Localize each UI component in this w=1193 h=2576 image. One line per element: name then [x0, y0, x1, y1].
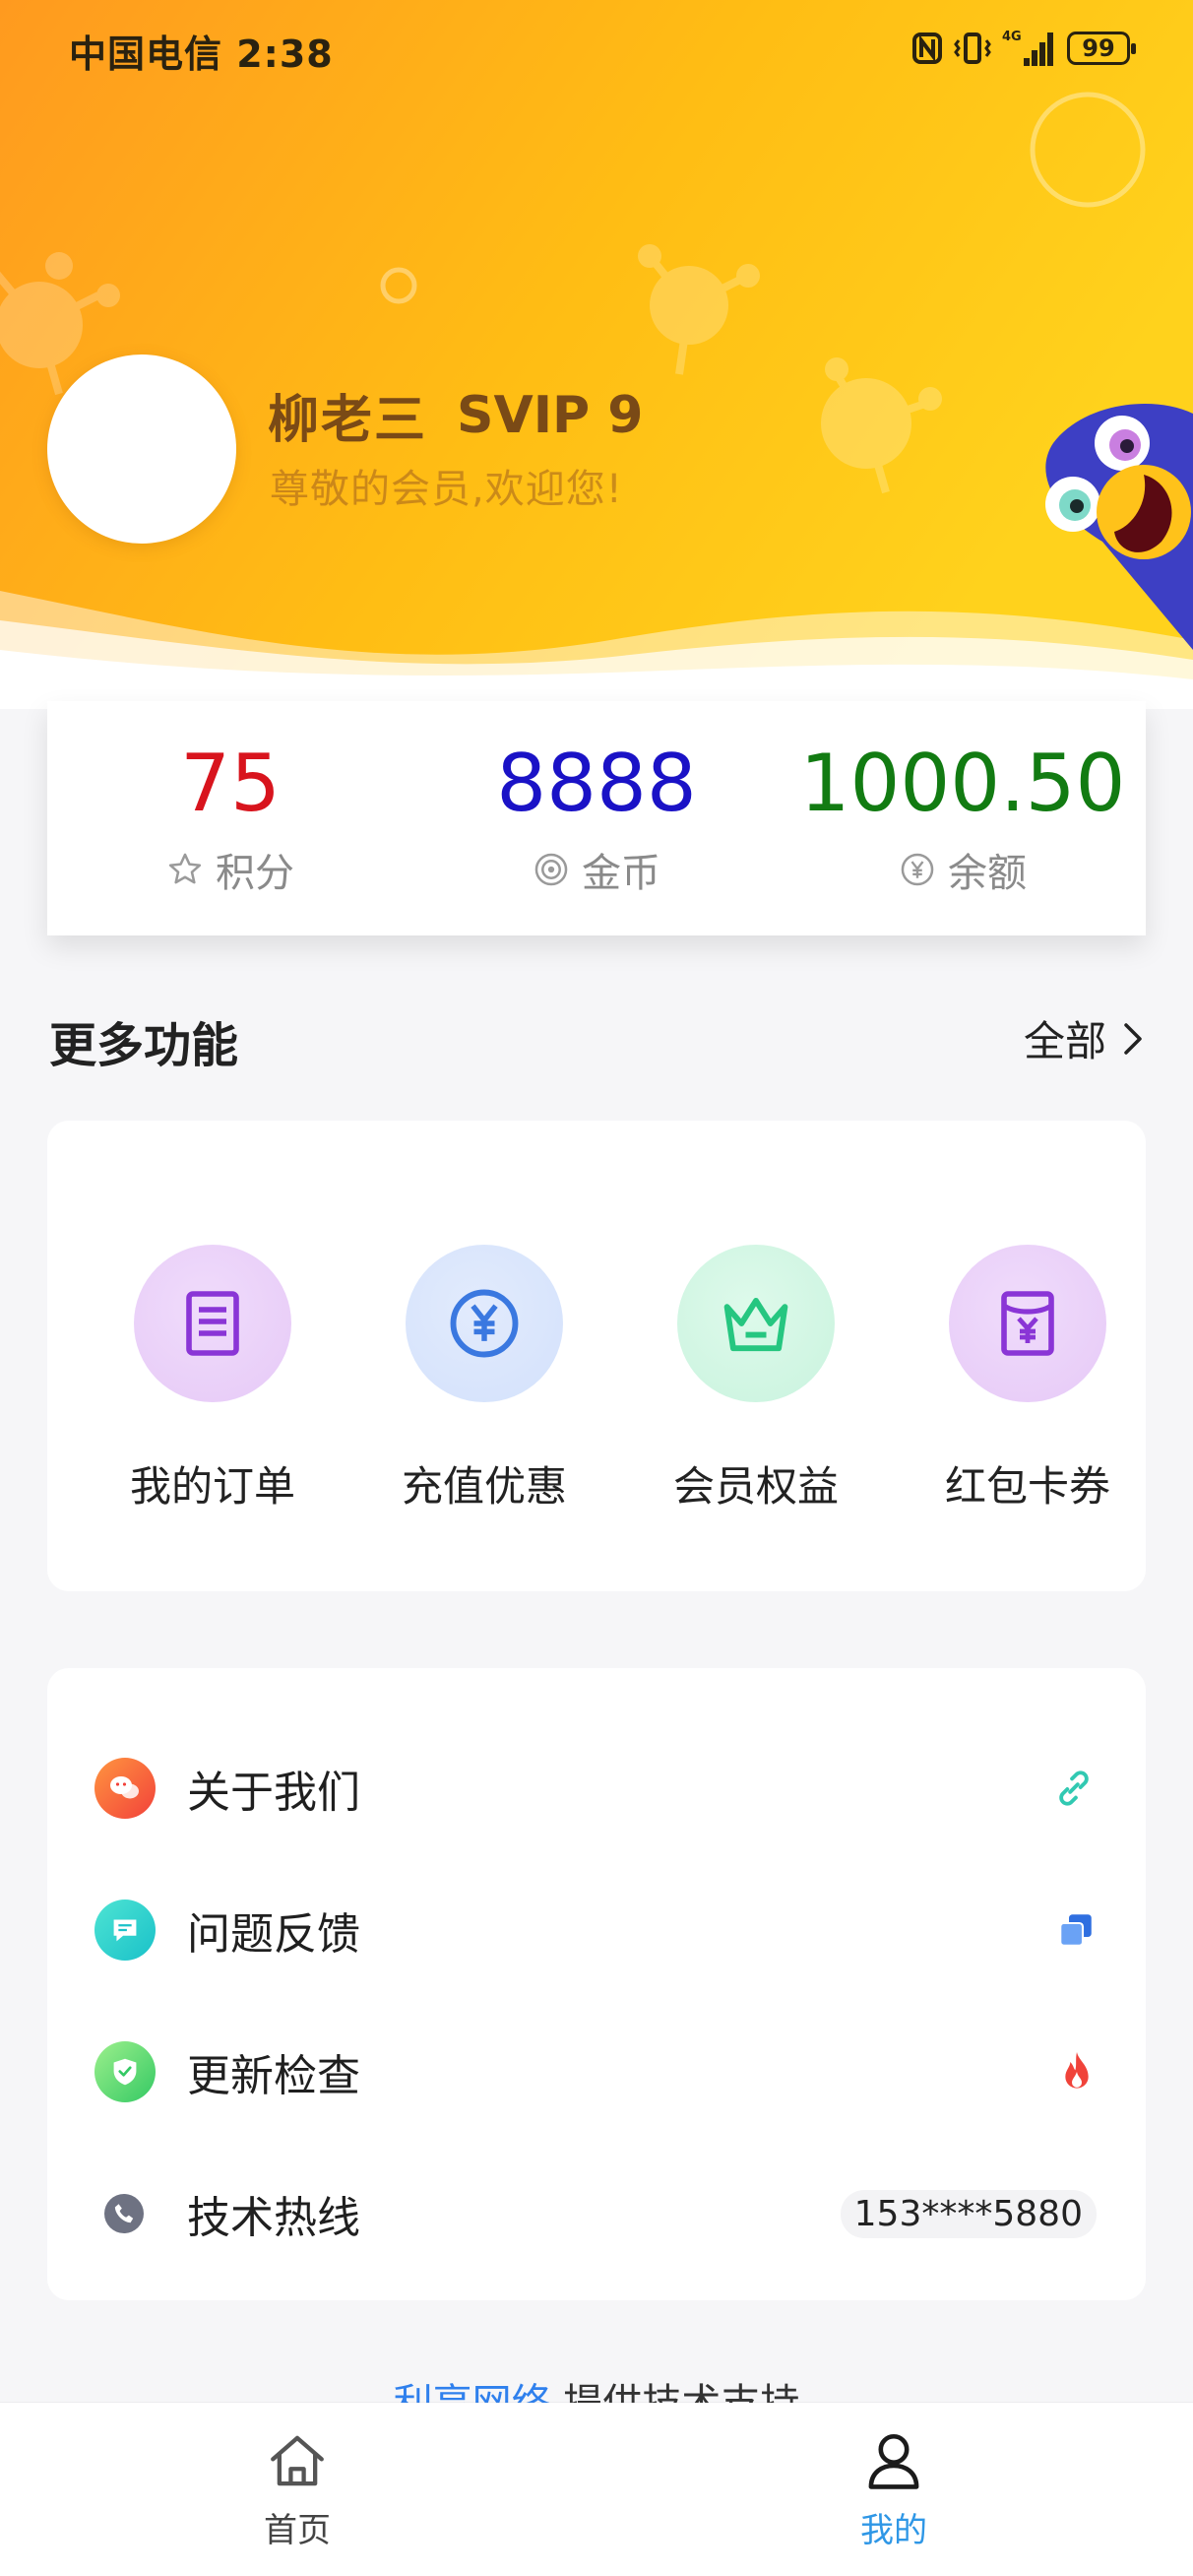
link-icon	[1059, 1771, 1089, 1806]
crown-icon	[723, 1297, 788, 1352]
menu-label: 问题反馈	[187, 1909, 360, 1960]
function-icon-circle	[949, 1245, 1106, 1402]
vip-level: SVIP 9	[457, 385, 644, 445]
star-icon	[168, 853, 202, 884]
function-my-orders[interactable]: 我的订单	[104, 1245, 321, 1513]
functions-card: 我的订单 充值优惠 会员权益 红包卡券	[47, 1121, 1146, 1591]
menu-item-feedback[interactable]: 问题反馈	[47, 1859, 1146, 2001]
function-red-packets[interactable]: 红包卡券	[919, 1245, 1136, 1513]
home-icon	[271, 2435, 324, 2486]
stat-label-row: 余额	[780, 841, 1146, 898]
nfc-icon	[912, 32, 942, 64]
function-icon-circle	[677, 1245, 835, 1402]
profile-page: { "status_bar": {"carrier_time": "中国电信 2…	[0, 0, 1193, 2576]
user-name-row: 柳老三 SVIP 9	[268, 378, 643, 452]
tab-label: 我的	[860, 2511, 927, 2550]
menu-trail	[1055, 1909, 1097, 1951]
yuan-coin-icon	[450, 1289, 519, 1358]
menu-icon-circle	[104, 2194, 144, 2233]
tab-home[interactable]: 首页	[199, 2428, 396, 2551]
fire-icon	[1065, 2052, 1089, 2089]
user-greeting: 尊敬的会员,欢迎您!	[270, 467, 623, 512]
function-label: 会员权益	[672, 1462, 839, 1511]
menu-trail	[1051, 1766, 1097, 1811]
header-background	[0, 0, 1193, 709]
yuan-icon	[901, 853, 934, 886]
stat-points[interactable]: 75 积分	[47, 737, 413, 898]
chevron-right-icon	[1124, 1022, 1142, 1055]
menu-item-check-update[interactable]: 更新检查	[47, 2001, 1146, 2143]
stats-card: 75 积分 8888 金币 1000.50 余额	[47, 701, 1146, 935]
stat-label: 余额	[948, 851, 1027, 896]
carrier-time: 中国电信 2:38	[69, 32, 334, 76]
stat-label-row: 积分	[47, 841, 413, 898]
menu-trail	[1057, 2050, 1097, 2093]
status-bar: 中国电信 2:38 4G 99	[0, 0, 1193, 95]
menu-label: 更新检查	[187, 2051, 360, 2101]
stat-label: 积分	[216, 851, 294, 896]
menu-item-hotline[interactable]: 技术热线 153****5880	[47, 2143, 1146, 2285]
function-icon-circle	[406, 1245, 563, 1402]
mascot-illustration	[1045, 394, 1193, 650]
stat-value: 8888	[496, 738, 697, 829]
stat-value: 75	[180, 738, 281, 829]
view-all-button[interactable]: 全部	[1024, 1008, 1144, 1068]
function-label: 红包卡券	[944, 1462, 1110, 1511]
function-icon-circle	[134, 1245, 291, 1402]
tab-label: 首页	[264, 2511, 331, 2550]
bottom-tab-bar: 首页 我的	[0, 2403, 1193, 2576]
menu-card: 关于我们 问题反馈 更新检查 技术热线 153****5880	[47, 1668, 1146, 2300]
stat-value: 1000.50	[799, 738, 1126, 829]
status-icons: 4G 99	[911, 26, 1136, 71]
coin-icon	[534, 853, 568, 886]
view-all-label: 全部	[1023, 1017, 1106, 1065]
user-name: 柳老三	[268, 391, 428, 450]
section-title: 更多功能	[49, 1018, 239, 1073]
battery-indicator: 99	[1067, 32, 1136, 65]
menu-item-about-us[interactable]: 关于我们	[47, 1717, 1146, 1859]
red-packet-icon	[1001, 1291, 1054, 1356]
phone-icon	[114, 2204, 134, 2223]
stat-label-row: 金币	[413, 841, 780, 898]
copy-icon	[1059, 1914, 1092, 1947]
user-icon	[868, 2433, 919, 2489]
feedback-icon	[113, 1919, 137, 1942]
tab-mine[interactable]: 我的	[795, 2428, 992, 2551]
avatar[interactable]	[47, 354, 236, 544]
function-label: 充值优惠	[401, 1462, 567, 1511]
menu-icon-circle	[94, 1758, 156, 1819]
menu-trail: 153****5880	[840, 2189, 1097, 2238]
menu-label: 技术热线	[187, 2193, 360, 2243]
stat-coins[interactable]: 8888 金币	[413, 737, 780, 898]
order-icon	[186, 1291, 239, 1356]
stat-balance[interactable]: 1000.50 余额	[780, 737, 1146, 898]
menu-icon-circle	[94, 1900, 156, 1961]
vibrate-icon	[954, 32, 991, 64]
svg-text:4G: 4G	[1002, 30, 1022, 44]
function-member-benefits[interactable]: 会员权益	[648, 1245, 864, 1513]
shield-check-icon	[113, 2058, 137, 2086]
hotline-number[interactable]: 153****5880	[840, 2189, 1097, 2238]
function-label: 我的订单	[129, 1462, 295, 1511]
stat-label: 金币	[582, 851, 660, 896]
wechat-icon	[110, 1776, 139, 1799]
menu-icon-circle	[94, 2041, 156, 2102]
function-recharge-offers[interactable]: 充值优惠	[376, 1245, 593, 1513]
signal-icon: 4G	[1002, 30, 1053, 66]
menu-label: 关于我们	[187, 1768, 360, 1818]
